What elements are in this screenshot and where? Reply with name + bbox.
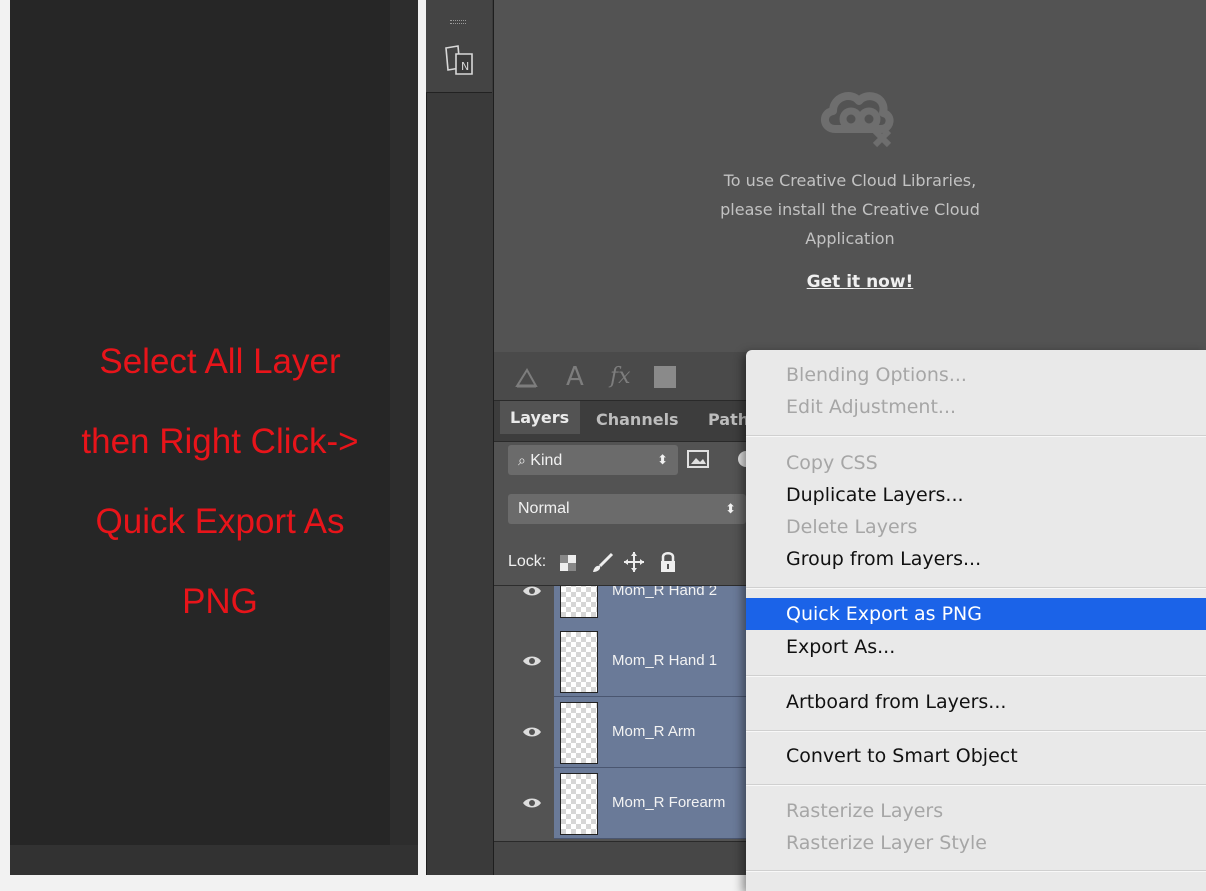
layer-thumbnail: [560, 631, 598, 693]
blend-mode-value: Normal: [518, 500, 570, 517]
artboard-tool-icon[interactable]: N: [442, 42, 478, 80]
menu-item-duplicate-layers[interactable]: Duplicate Layers...: [786, 484, 964, 506]
drag-grip-icon[interactable]: [450, 20, 466, 24]
eye-icon[interactable]: [522, 725, 542, 739]
image-filter-icon[interactable]: [686, 448, 710, 470]
filter-kind-value: Kind: [530, 452, 563, 469]
menu-item-artboard-from-layers[interactable]: Artboard from Layers...: [786, 691, 1006, 713]
layer-row[interactable]: Mom_R Hand 2: [494, 586, 754, 626]
menu-item-quick-export-png[interactable]: Quick Export as PNG: [786, 603, 982, 625]
layer-thumbnail: [560, 773, 598, 835]
layers-panel-footer: [494, 841, 754, 876]
select-arrows-icon: ⬍: [725, 501, 736, 516]
creative-cloud-disconnected-icon: [815, 85, 905, 150]
menu-item-convert-to-smart-object[interactable]: Convert to Smart Object: [786, 745, 1018, 767]
lock-all-icon[interactable]: [656, 550, 680, 574]
menu-item-edit-adjustment[interactable]: Edit Adjustment...: [786, 396, 956, 418]
menu-separator: [746, 435, 1206, 437]
layer-name: Mom_R Hand 2: [612, 586, 718, 599]
layer-filter-select[interactable]: ⌕ Kind ⬍: [508, 445, 678, 475]
search-icon: ⌕: [518, 452, 526, 468]
layer-name: Mom_R Arm: [612, 723, 696, 740]
layer-context-menu: Blending Options... Edit Adjustment... C…: [746, 350, 1206, 891]
get-it-now-link[interactable]: Get it now!: [760, 272, 960, 292]
tab-layers[interactable]: Layers: [500, 401, 580, 434]
layer-thumbnail: [560, 702, 598, 764]
menu-item-rasterize-layers[interactable]: Rasterize Layers: [786, 800, 943, 822]
lock-label: Lock:: [508, 553, 547, 570]
annotation-line: PNG: [182, 582, 258, 621]
color-swatch-icon[interactable]: [654, 366, 676, 388]
lock-paint-icon[interactable]: [590, 550, 614, 574]
fx-icon[interactable]: fx: [610, 362, 636, 392]
libraries-install-message: To use Creative Cloud Libraries, please …: [720, 171, 980, 248]
tutorial-annotation: Select All Layer then Right Click-> Quic…: [40, 302, 400, 662]
blend-mode-select[interactable]: Normal ⬍: [508, 494, 746, 524]
menu-separator: [746, 870, 1206, 872]
menu-separator: [746, 784, 1206, 786]
menu-item-export-as[interactable]: Export As...: [786, 636, 895, 658]
layer-name: Mom_R Forearm: [612, 794, 726, 811]
menu-item-group-from-layers[interactable]: Group from Layers...: [786, 548, 981, 570]
menu-separator: [746, 675, 1206, 677]
pen-angle-icon[interactable]: [514, 362, 540, 392]
menu-item-copy-css[interactable]: Copy CSS: [786, 452, 878, 474]
menu-separator: [746, 730, 1206, 732]
lock-transparent-icon[interactable]: [556, 550, 580, 574]
window-bottom-margin: [0, 875, 746, 891]
canvas-horizontal-scrollbar[interactable]: [10, 845, 418, 875]
tab-paths[interactable]: Path: [708, 410, 748, 429]
tab-channels[interactable]: Channels: [596, 410, 679, 429]
lock-position-icon[interactable]: [622, 550, 646, 574]
eye-icon[interactable]: [522, 796, 542, 810]
layer-row[interactable]: Mom_R Forearm: [494, 768, 754, 839]
layer-thumbnail: [560, 586, 598, 618]
layer-row[interactable]: Mom_R Hand 1: [494, 626, 754, 697]
annotation-line: Select All Layer: [99, 342, 341, 381]
svg-text:N: N: [461, 60, 469, 73]
menu-separator: [746, 587, 1206, 589]
annotation-line: then Right Click->: [81, 422, 359, 461]
menu-item-delete-layers[interactable]: Delete Layers: [786, 516, 917, 538]
select-arrows-icon: ⬍: [657, 452, 668, 467]
layer-row[interactable]: Mom_R Arm: [494, 697, 754, 768]
panel-dock-strip: [426, 0, 494, 875]
menu-item-rasterize-layer-style[interactable]: Rasterize Layer Style: [786, 832, 987, 854]
annotation-line: Quick Export As: [95, 502, 345, 541]
menu-item-blending-options[interactable]: Blending Options...: [786, 364, 967, 386]
eye-icon[interactable]: [522, 654, 542, 668]
layer-name: Mom_R Hand 1: [612, 652, 718, 669]
type-icon[interactable]: A: [566, 362, 586, 392]
eye-icon[interactable]: [522, 586, 542, 598]
